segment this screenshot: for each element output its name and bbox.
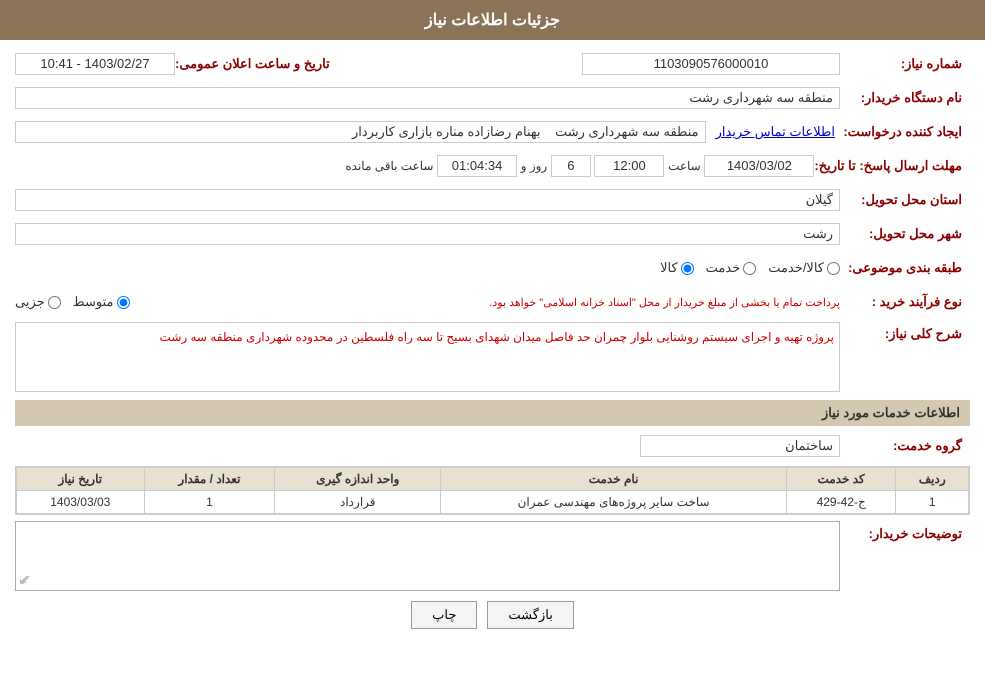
category-label-khedmat: خدمت xyxy=(706,260,741,276)
cell-row: 1 xyxy=(896,491,969,514)
creator-name: بهنام رضازاده مناره بازاری کاربردار xyxy=(352,124,541,139)
table-row: 1 ج-42-429 ساخت سایر پروژه‌های مهندسی عم… xyxy=(17,491,969,514)
category-kala-khedmat[interactable]: کالا/خدمت xyxy=(768,260,840,276)
col-header-code: کد خدمت xyxy=(786,468,895,491)
process-radio-jozii[interactable] xyxy=(48,296,61,309)
cell-date: 1403/03/03 xyxy=(17,491,145,514)
process-note: پرداخت تمام یا بخشی از مبلغ خریدار از مح… xyxy=(140,296,840,309)
service-group-label: گروه خدمت: xyxy=(840,438,970,454)
category-khedmat[interactable]: خدمت xyxy=(706,260,757,276)
response-days-label: روز و xyxy=(521,159,548,173)
announce-value: 1403/02/27 - 10:41 xyxy=(15,53,175,75)
buttons-row: بازگشت چاپ xyxy=(15,601,970,629)
creator-link[interactable]: اطلاعات تماس خریدار xyxy=(716,124,835,140)
need-number-value: 1103090576000010 xyxy=(582,53,840,75)
response-remaining-label: ساعت باقی مانده xyxy=(345,159,433,173)
category-radio-kala-khedmat[interactable] xyxy=(827,262,840,275)
buyer-name-label: نام دستگاه خریدار: xyxy=(840,90,970,106)
process-jozii[interactable]: جزیی xyxy=(15,294,61,310)
page-title: جزئیات اطلاعات نیاز xyxy=(0,0,985,40)
category-radio-kala[interactable] xyxy=(681,262,694,275)
creator-value: منطقه سه شهرداری رشت بهنام رضازاده مناره… xyxy=(15,121,706,143)
service-group-value: ساختمان xyxy=(640,435,840,457)
category-kala[interactable]: کالا xyxy=(660,260,694,276)
buyer-notes-area[interactable]: ↙ xyxy=(15,521,840,591)
print-button[interactable]: چاپ xyxy=(411,601,477,629)
city-label: شهر محل تحویل: xyxy=(840,226,970,242)
cell-unit: قرارداد xyxy=(275,491,441,514)
cell-code: ج-42-429 xyxy=(786,491,895,514)
response-date: 1403/03/02 xyxy=(704,155,814,177)
creator-label: ایجاد کننده درخواست: xyxy=(840,124,970,140)
city-value: رشت xyxy=(15,223,840,245)
process-motavasset[interactable]: متوسط xyxy=(73,294,130,310)
cell-name: ساخت سایر پروژه‌های مهندسی عمران xyxy=(441,491,787,514)
process-label-motavasset: متوسط xyxy=(73,294,114,310)
category-label-kala: کالا xyxy=(660,260,678,276)
description-label: شرح کلی نیاز: xyxy=(840,322,970,342)
response-remaining: 01:04:34 xyxy=(437,155,517,177)
description-text: پروژه تهیه و اجرای سیستم روشنایی بلوار چ… xyxy=(15,322,840,392)
response-time: 12:00 xyxy=(594,155,664,177)
col-header-unit: واحد اندازه گیری xyxy=(275,468,441,491)
cell-qty: 1 xyxy=(144,491,275,514)
creator-org: منطقه سه شهرداری رشت xyxy=(555,124,699,139)
col-header-name: نام خدمت xyxy=(441,468,787,491)
need-number-label: شماره نیاز: xyxy=(840,56,970,72)
services-section-title: اطلاعات خدمات مورد نیاز xyxy=(15,400,970,426)
response-days: 6 xyxy=(551,155,591,177)
category-label: طبقه بندی موضوعی: xyxy=(840,260,970,276)
category-options: کالا/خدمت خدمت کالا xyxy=(660,260,840,276)
col-header-qty: تعداد / مقدار xyxy=(144,468,275,491)
announce-label: تاریخ و ساعت اعلان عمومی: xyxy=(175,56,338,72)
back-button[interactable]: بازگشت xyxy=(487,601,573,629)
col-header-date: تاریخ نیاز xyxy=(17,468,145,491)
process-options: متوسط جزیی xyxy=(15,294,130,310)
province-label: استان محل تحویل: xyxy=(840,192,970,208)
process-label-jozii: جزیی xyxy=(15,294,45,310)
province-value: گیلان xyxy=(15,189,840,211)
process-type-label: نوع فرآیند خرید : xyxy=(840,294,970,310)
buyer-notes-label: توضیحات خریدار: xyxy=(840,521,970,542)
col-header-row: ردیف xyxy=(896,468,969,491)
buyer-name-value: منطقه سه شهرداری رشت xyxy=(15,87,840,109)
category-radio-khedmat[interactable] xyxy=(743,262,756,275)
category-label-kala-khedmat: کالا/خدمت xyxy=(768,260,824,276)
services-table: ردیف کد خدمت نام خدمت واحد اندازه گیری ت… xyxy=(15,466,970,515)
process-radio-motavasset[interactable] xyxy=(117,296,130,309)
response-date-label: مهلت ارسال پاسخ: تا تاریخ: xyxy=(814,158,970,174)
response-time-label: ساعت xyxy=(668,159,701,173)
